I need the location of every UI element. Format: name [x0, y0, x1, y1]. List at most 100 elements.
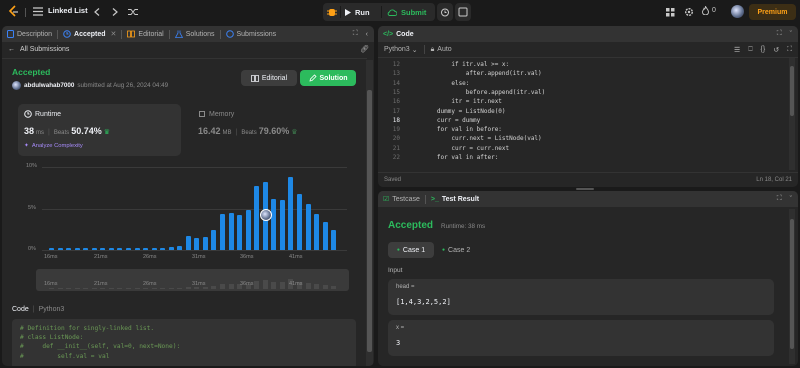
language-select[interactable]: Python3 ⌄ — [384, 46, 418, 54]
code-line[interactable]: after.append(itr.val) — [408, 70, 542, 77]
tab-submissions[interactable]: Submissions — [221, 26, 282, 42]
editor-scrollbar[interactable] — [789, 58, 795, 170]
runtime-card[interactable]: Runtime 38 ms | Beats 50.74% ♛ ✦ Analyze… — [18, 104, 181, 156]
streak-counter[interactable]: 0 — [702, 6, 716, 15]
tab-testcase[interactable]: ☑ Testcase — [378, 191, 425, 207]
memory-card[interactable]: Memory 16.42 MB | Beats 79.60% ♛ — [192, 104, 352, 156]
scroll-thumb[interactable] — [790, 219, 794, 349]
runtime-bar[interactable] — [117, 247, 123, 250]
runtime-bar[interactable] — [194, 238, 200, 250]
runtime-bar[interactable] — [314, 214, 320, 250]
runtime-bar[interactable] — [202, 236, 208, 250]
runtime-bar[interactable] — [66, 247, 72, 250]
auto-mode-toggle[interactable]: 🔒︎ Auto — [431, 46, 452, 54]
runtime-bar[interactable] — [220, 214, 225, 250]
collapse-icon[interactable]: ‹ — [366, 31, 368, 38]
username[interactable]: abdulwahab7000 — [24, 82, 74, 89]
left-scrollbar[interactable] — [366, 60, 373, 366]
submit-button[interactable]: Submit — [387, 3, 426, 21]
runtime-distribution-chart[interactable]: 10% 5% 0% 16ms 21ms 26ms 31ms 36ms 41ms … — [2, 161, 367, 301]
close-tab-icon[interactable]: ✕ — [111, 30, 117, 38]
runtime-bar[interactable] — [237, 215, 243, 250]
avatar[interactable] — [731, 5, 744, 18]
runtime-bar[interactable] — [143, 247, 149, 250]
problem-list-title[interactable]: Linked List — [48, 6, 88, 15]
your-submission-avatar[interactable] — [260, 209, 272, 221]
run-button[interactable]: Run — [345, 3, 370, 21]
collapse-icon[interactable]: ˇ — [790, 196, 792, 203]
layout-grid-icon[interactable] — [662, 4, 678, 20]
runtime-bar[interactable] — [91, 247, 97, 250]
scroll-thumb[interactable] — [790, 66, 794, 116]
editorial-button[interactable]: Editorial — [241, 70, 297, 86]
tab-solutions[interactable]: Solutions — [170, 26, 220, 42]
runtime-bar[interactable] — [168, 246, 174, 250]
runtime-bar[interactable] — [160, 247, 166, 250]
code-line[interactable]: curr = dummy — [408, 117, 480, 124]
code-line[interactable]: else: — [408, 80, 469, 87]
solution-button[interactable]: Solution — [300, 70, 356, 86]
format-list-icon[interactable]: ☰ — [734, 46, 740, 54]
tab-description[interactable]: Description — [2, 26, 57, 42]
runtime-bar[interactable] — [74, 247, 80, 250]
maximize-icon[interactable]: ⛶ — [777, 195, 782, 203]
code-line[interactable]: for val in before: — [408, 126, 502, 133]
runtime-bar[interactable] — [83, 247, 89, 250]
next-problem-icon[interactable] — [107, 4, 123, 20]
back-to-submissions[interactable]: ← All Submissions — [8, 46, 69, 53]
runtime-bar[interactable] — [211, 230, 217, 250]
runtime-bar[interactable] — [228, 213, 234, 250]
case-1-tab[interactable]: ● Case 1 — [388, 242, 434, 258]
fullscreen-icon[interactable]: ⛶ — [787, 46, 792, 54]
maximize-icon[interactable]: ⛶ — [353, 30, 358, 38]
x-input-box[interactable]: x = 3 — [388, 320, 774, 356]
scroll-thumb[interactable] — [367, 90, 372, 352]
runtime-bar[interactable] — [279, 200, 285, 250]
head-input-box[interactable]: head = [1,4,3,2,5,2] — [388, 279, 774, 315]
code-editor[interactable]: 12 if itr.val >= x: 13 after.append(itr.v… — [378, 58, 790, 163]
bookmark-icon[interactable]: ⎕ — [748, 46, 752, 54]
code-line[interactable]: if itr.val >= x: — [408, 61, 509, 68]
runtime-bar[interactable] — [177, 245, 183, 250]
runtime-bar[interactable] — [100, 247, 106, 250]
runtime-bar[interactable] — [57, 247, 63, 250]
runtime-bar[interactable] — [49, 247, 54, 250]
collapse-icon[interactable]: ˇ — [790, 31, 792, 38]
leetcode-logo[interactable] — [8, 5, 19, 18]
runtime-bar[interactable] — [134, 247, 140, 250]
runtime-bar[interactable] — [108, 247, 114, 250]
code-line[interactable]: for val in after: — [408, 154, 498, 161]
tab-test-result[interactable]: >_ Test Result — [426, 191, 484, 207]
runtime-bar[interactable] — [271, 199, 277, 250]
runtime-bar[interactable] — [296, 194, 302, 250]
panel-resize-handle[interactable] — [576, 188, 594, 190]
runtime-bar[interactable] — [185, 235, 191, 250]
code-line[interactable]: dummy = ListNode(0) — [408, 108, 506, 115]
runtime-bar[interactable] — [245, 210, 251, 250]
tab-code[interactable]: </> Code — [378, 26, 419, 42]
runtime-bar[interactable] — [305, 203, 311, 250]
settings-gear-icon[interactable] — [681, 4, 697, 20]
code-line[interactable]: curr = curr.next — [408, 145, 509, 152]
problem-list-icon[interactable] — [33, 7, 43, 16]
code-line[interactable]: itr = itr.next — [408, 98, 502, 105]
notes-button[interactable] — [455, 3, 471, 21]
shuffle-icon[interactable] — [125, 4, 141, 20]
braces-icon[interactable]: {} — [761, 46, 766, 53]
user-avatar[interactable] — [12, 81, 21, 90]
runtime-bar[interactable] — [288, 176, 294, 250]
debug-icon[interactable] — [327, 6, 337, 20]
case-2-tab[interactable]: ● Case 2 — [442, 242, 482, 258]
submitted-code-block[interactable]: # Definition for singly-linked list. # cl… — [12, 319, 356, 366]
analyze-complexity-link[interactable]: ✦ Analyze Complexity — [24, 143, 83, 149]
alarm-button[interactable] — [437, 3, 453, 21]
prev-problem-icon[interactable] — [89, 4, 105, 20]
reset-icon[interactable]: ↺ — [773, 46, 779, 54]
tab-accepted[interactable]: Accepted ✕ — [58, 26, 121, 42]
runtime-bar[interactable] — [151, 247, 157, 250]
code-line[interactable]: curr.next = ListNode(val) — [408, 135, 541, 142]
tab-editorial[interactable]: Editorial — [122, 26, 168, 42]
result-scrollbar[interactable] — [789, 209, 795, 364]
maximize-icon[interactable]: ⛶ — [777, 30, 782, 38]
runtime-bar[interactable] — [254, 186, 260, 250]
